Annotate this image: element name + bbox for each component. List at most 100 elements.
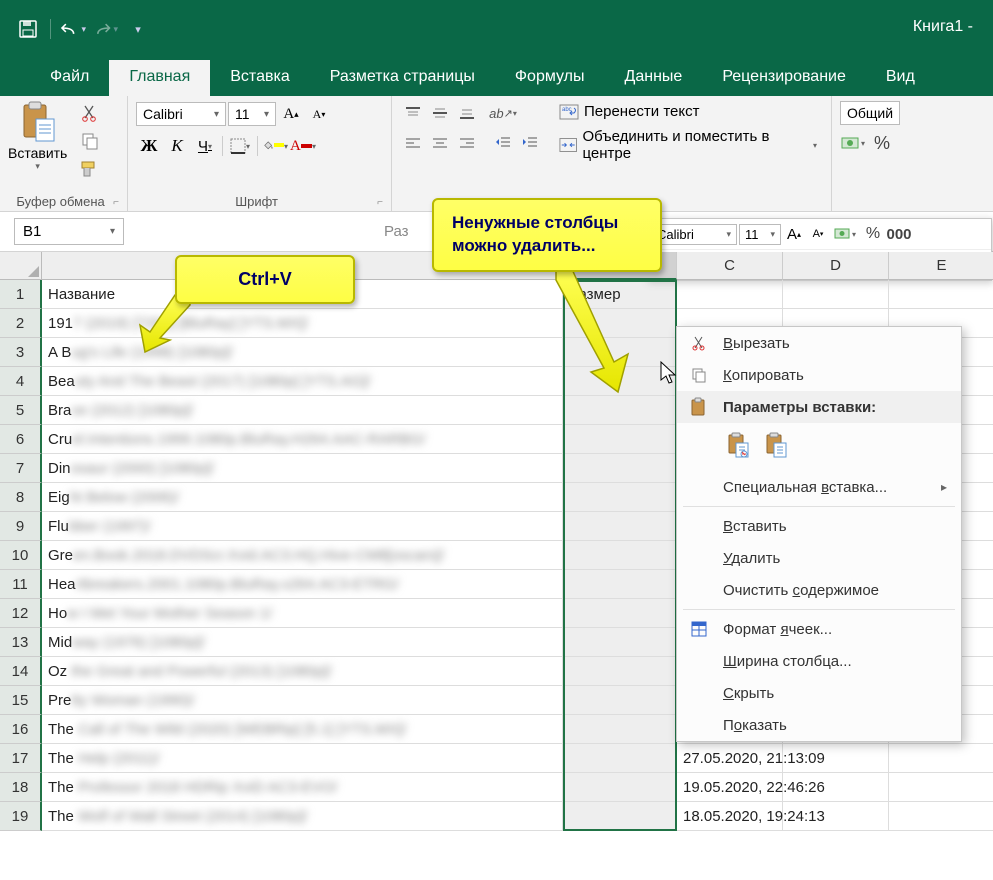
tab-home[interactable]: Главная: [109, 60, 210, 96]
row-header[interactable]: 17: [0, 744, 42, 773]
save-icon[interactable]: [15, 16, 41, 42]
font-color-button[interactable]: A ▾: [290, 133, 316, 159]
italic-button[interactable]: К: [164, 133, 190, 159]
tab-page-layout[interactable]: Разметка страницы: [310, 60, 495, 96]
cell[interactable]: Beauty And The Beast (2017) [1080p] [YTS…: [42, 367, 563, 396]
currency-icon[interactable]: ▾: [840, 131, 866, 155]
cell[interactable]: Flubber (1997)/: [42, 512, 563, 541]
cell[interactable]: Heartbreakers.2001.1080p.BluRay.x264.AC3…: [42, 570, 563, 599]
cell[interactable]: A Bug's Life (1998) [1080p]/: [42, 338, 563, 367]
mini-currency-icon[interactable]: ▾: [831, 221, 859, 247]
tab-insert[interactable]: Вставка: [210, 60, 309, 96]
cell[interactable]: [563, 483, 677, 512]
col-header-d[interactable]: D: [783, 252, 889, 280]
font-size-select[interactable]: 11▾: [228, 102, 276, 126]
cell[interactable]: [677, 280, 783, 309]
cell[interactable]: [783, 744, 889, 773]
row-header[interactable]: 15: [0, 686, 42, 715]
tab-data[interactable]: Данные: [605, 60, 703, 96]
font-family-select[interactable]: Calibri▾: [136, 102, 226, 126]
row-header[interactable]: 16: [0, 715, 42, 744]
cell[interactable]: [563, 454, 677, 483]
ctx-format-cells[interactable]: Формат ячеек...: [677, 613, 961, 645]
cell[interactable]: Cruel.Intentions.1999.1080p.BluRay.H264.…: [42, 425, 563, 454]
decrease-font-icon[interactable]: A▾: [306, 101, 332, 127]
cell[interactable]: Pretty Woman (1990)/: [42, 686, 563, 715]
cell[interactable]: [563, 425, 677, 454]
cell[interactable]: Midway (1976) [1080p]/: [42, 628, 563, 657]
mini-font-select[interactable]: Calibri▾: [651, 224, 737, 245]
fill-color-button[interactable]: ▾: [262, 133, 288, 159]
cell[interactable]: [889, 802, 993, 831]
ctx-clear[interactable]: Очистить содержимое: [677, 574, 961, 606]
row-header[interactable]: 18: [0, 773, 42, 802]
cell[interactable]: [563, 541, 677, 570]
tab-view[interactable]: Вид: [866, 60, 935, 96]
ctx-delete[interactable]: Удалить: [677, 542, 961, 574]
cell[interactable]: [563, 802, 677, 831]
orientation-icon[interactable]: ab↗▾: [490, 101, 516, 125]
cut-icon[interactable]: [77, 101, 103, 125]
wrap-text-button[interactable]: abc Перенести текст: [553, 101, 823, 122]
cell[interactable]: [783, 773, 889, 802]
cell[interactable]: The Professor 2018 HDRip XviD AC3-EVO/: [42, 773, 563, 802]
align-left-icon[interactable]: [400, 131, 426, 155]
cell[interactable]: 19.05.2020, 22:46:26: [677, 773, 783, 802]
mini-percent-icon[interactable]: %: [861, 221, 885, 247]
row-header[interactable]: 5: [0, 396, 42, 425]
cell[interactable]: Brave (2012) [1080p]/: [42, 396, 563, 425]
align-top-icon[interactable]: [400, 101, 426, 125]
decrease-indent-icon[interactable]: [490, 131, 516, 155]
col-header-e[interactable]: E: [889, 252, 993, 280]
ctx-col-width[interactable]: Ширина столбца...: [677, 645, 961, 677]
tab-file[interactable]: Файл: [30, 60, 109, 96]
row-header[interactable]: 6: [0, 425, 42, 454]
cell[interactable]: [563, 773, 677, 802]
underline-button[interactable]: Ч▾: [192, 133, 218, 159]
row-header[interactable]: 3: [0, 338, 42, 367]
cell[interactable]: [563, 628, 677, 657]
cell[interactable]: Размер: [563, 280, 677, 309]
cell[interactable]: [783, 802, 889, 831]
mini-increase-font-icon[interactable]: A▴: [783, 221, 805, 247]
cell[interactable]: 27.05.2020, 21:13:09: [677, 744, 783, 773]
format-painter-icon[interactable]: [77, 157, 103, 181]
mini-font-size[interactable]: 11▾: [739, 224, 781, 245]
cell[interactable]: [563, 396, 677, 425]
mini-decrease-font-icon[interactable]: A▾: [807, 221, 829, 247]
align-middle-icon[interactable]: [427, 101, 453, 125]
ctx-show[interactable]: Показать: [677, 709, 961, 741]
cell[interactable]: Eight Below (2006)/: [42, 483, 563, 512]
number-format-select[interactable]: Общий: [840, 101, 900, 125]
cell[interactable]: [889, 280, 993, 309]
align-right-icon[interactable]: [454, 131, 480, 155]
paste-button[interactable]: Вставить ▾: [8, 101, 67, 172]
select-all-corner[interactable]: [0, 252, 42, 280]
ctx-copy[interactable]: Копировать: [677, 359, 961, 391]
mini-thousands-icon[interactable]: 000: [887, 221, 911, 247]
bold-button[interactable]: Ж: [136, 133, 162, 159]
cell[interactable]: Oz the Great and Powerful (2013) [1080p]…: [42, 657, 563, 686]
row-header[interactable]: 8: [0, 483, 42, 512]
row-header[interactable]: 14: [0, 657, 42, 686]
row-header[interactable]: 13: [0, 628, 42, 657]
cell[interactable]: [889, 773, 993, 802]
copy-icon[interactable]: [77, 129, 103, 153]
row-header[interactable]: 12: [0, 599, 42, 628]
ctx-paste-special[interactable]: Специальная вставка...: [677, 471, 961, 503]
align-bottom-icon[interactable]: [454, 101, 480, 125]
ctx-paste-default[interactable]: [723, 429, 753, 461]
cell[interactable]: [563, 744, 677, 773]
row-header[interactable]: 9: [0, 512, 42, 541]
qat-customize-icon[interactable]: ▾: [124, 16, 150, 42]
tab-review[interactable]: Рецензирование: [702, 60, 866, 96]
cell[interactable]: The Help (2011)/: [42, 744, 563, 773]
ctx-insert[interactable]: Вставить: [677, 510, 961, 542]
row-header[interactable]: 2: [0, 309, 42, 338]
cell[interactable]: 18.05.2020, 19:24:13: [677, 802, 783, 831]
border-button[interactable]: ▾: [227, 133, 253, 159]
cell[interactable]: [783, 280, 889, 309]
cell[interactable]: How I Met Your Mother Season 1/: [42, 599, 563, 628]
cell[interactable]: Green.Book.2018.DVDScr.Xvid.AC3.HQ.Hive-…: [42, 541, 563, 570]
cell[interactable]: [563, 657, 677, 686]
